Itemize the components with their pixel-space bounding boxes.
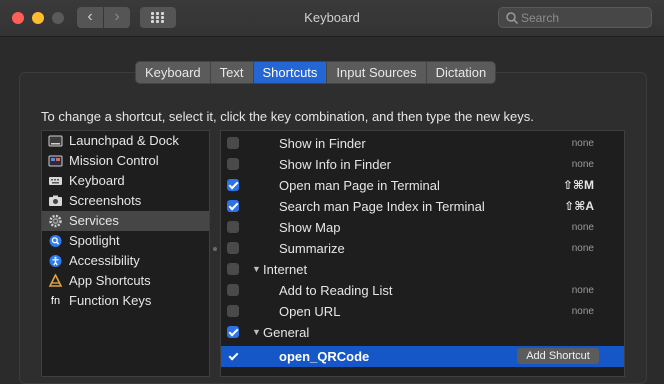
category-accessibility[interactable]: Accessibility <box>42 251 209 271</box>
shortcut-value[interactable]: none <box>572 217 594 238</box>
tab-input-sources[interactable]: Input Sources <box>327 62 427 83</box>
spotlight-search-icon <box>48 234 63 248</box>
category-services[interactable]: Services <box>42 211 209 231</box>
checkbox[interactable] <box>227 326 239 338</box>
services-shortcut-list[interactable]: Show in Finder none Show Info in Finder … <box>220 130 625 377</box>
disclosure-triangle-icon[interactable]: ▼ <box>252 259 261 280</box>
tab-bar: Keyboard Text Shortcuts Input Sources Di… <box>135 61 497 84</box>
checkbox[interactable] <box>227 179 239 191</box>
launchpad-dock-icon <box>48 134 63 148</box>
service-group-general[interactable]: ▼ General <box>221 322 624 343</box>
service-row-open-url[interactable]: Open URL none <box>221 301 624 322</box>
shortcut-value[interactable]: none <box>572 133 594 154</box>
category-function-keys[interactable]: fn Function Keys <box>42 291 209 311</box>
checkbox[interactable] <box>227 350 239 362</box>
checkbox[interactable] <box>227 305 239 317</box>
app-shortcuts-icon <box>48 273 63 288</box>
category-launchpad-dock[interactable]: Launchpad & Dock <box>42 131 209 151</box>
shortcut-value[interactable]: none <box>572 154 594 175</box>
checkbox[interactable] <box>227 158 239 170</box>
category-mission-control[interactable]: Mission Control <box>42 151 209 171</box>
service-row-search-man-page-index[interactable]: Search man Page Index in Terminal ⇧⌘A <box>221 196 624 217</box>
tab-text[interactable]: Text <box>211 62 254 83</box>
service-row-show-in-finder[interactable]: Show in Finder none <box>221 133 624 154</box>
split-view-divider-handle[interactable] <box>213 247 217 251</box>
checkbox[interactable] <box>227 284 239 296</box>
service-row-open-man-page[interactable]: Open man Page in Terminal ⇧⌘M <box>221 175 624 196</box>
mission-control-icon <box>48 154 63 168</box>
instructions-text: To change a shortcut, select it, click t… <box>41 109 534 124</box>
shortcut-value[interactable]: none <box>572 280 594 301</box>
category-list[interactable]: Launchpad & Dock Mission Control Keyboar… <box>41 130 210 377</box>
tab-keyboard[interactable]: Keyboard <box>136 62 211 83</box>
category-spotlight[interactable]: Spotlight <box>42 231 209 251</box>
disclosure-triangle-icon[interactable]: ▼ <box>252 322 261 343</box>
shortcut-value[interactable]: ⇧⌘A <box>564 196 594 217</box>
category-screenshots[interactable]: Screenshots <box>42 191 209 211</box>
search-icon <box>506 12 519 25</box>
service-row-add-to-reading-list[interactable]: Add to Reading List none <box>221 280 624 301</box>
tab-dictation[interactable]: Dictation <box>427 62 496 83</box>
search-input[interactable] <box>521 9 645 26</box>
service-row-open-qrcode[interactable]: open_QRCode Add Shortcut <box>221 346 624 367</box>
category-keyboard[interactable]: Keyboard <box>42 171 209 191</box>
keyboard-icon <box>48 174 63 188</box>
gear-icon <box>48 214 63 228</box>
screenshots-icon <box>48 194 63 208</box>
accessibility-icon <box>48 254 63 268</box>
service-row-show-map[interactable]: Show Map none <box>221 217 624 238</box>
fn-key-icon: fn <box>50 295 61 307</box>
shortcut-value[interactable]: none <box>572 238 594 259</box>
shortcut-value[interactable]: ⇧⌘M <box>563 175 594 196</box>
search-field[interactable] <box>498 7 652 28</box>
service-group-internet[interactable]: ▼ Internet <box>221 259 624 280</box>
checkbox[interactable] <box>227 242 239 254</box>
category-app-shortcuts[interactable]: App Shortcuts <box>42 271 209 291</box>
add-shortcut-button[interactable]: Add Shortcut <box>517 348 599 364</box>
service-row-summarize[interactable]: Summarize none <box>221 238 624 259</box>
title-bar: ‹ › Keyboard <box>0 0 664 37</box>
service-row-show-info-in-finder[interactable]: Show Info in Finder none <box>221 154 624 175</box>
tab-shortcuts[interactable]: Shortcuts <box>253 62 328 83</box>
checkbox[interactable] <box>227 137 239 149</box>
shortcut-value[interactable]: none <box>572 301 594 322</box>
checkbox[interactable] <box>227 221 239 233</box>
checkbox[interactable] <box>227 263 239 275</box>
checkbox[interactable] <box>227 200 239 212</box>
